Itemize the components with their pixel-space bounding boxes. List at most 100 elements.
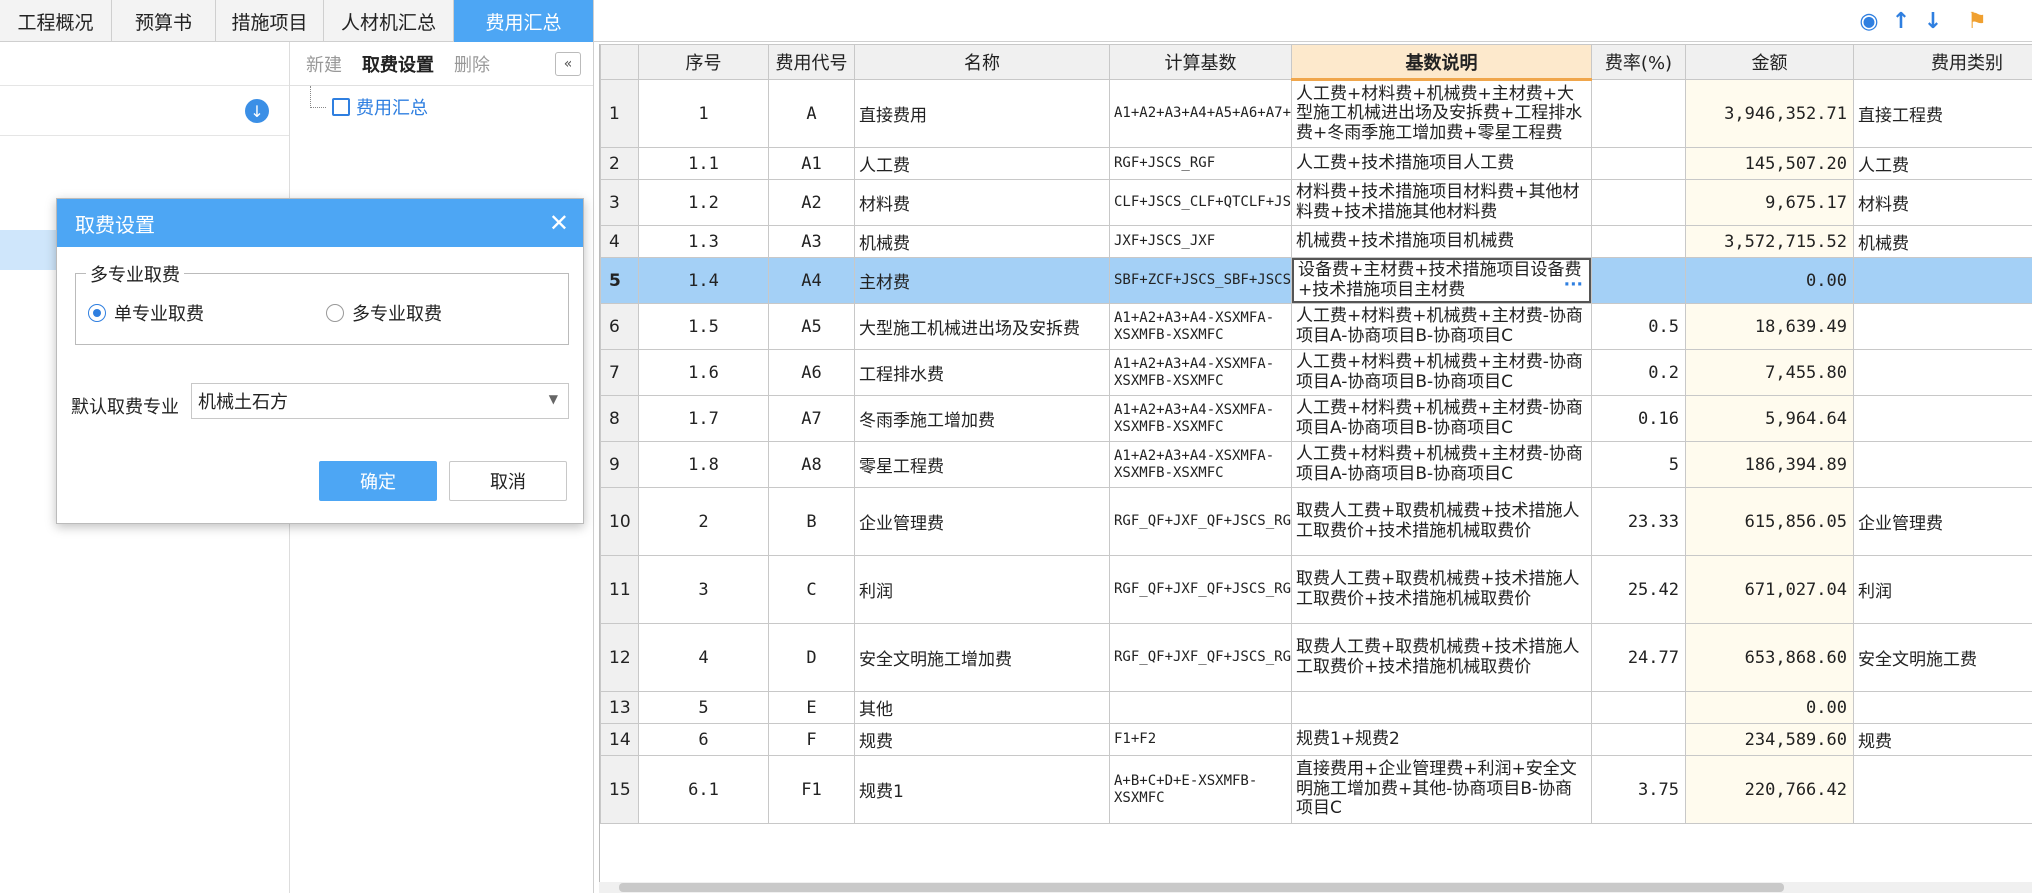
row-index[interactable]: 9 bbox=[600, 441, 639, 488]
seq-cell[interactable]: 1.6 bbox=[638, 349, 769, 396]
desc-cell[interactable]: 设备费+主材费+技术措施项目设备费+技术措施项目主材费 ··· bbox=[1291, 257, 1592, 304]
table-row[interactable]: 124D安全文明施工增加费RGF_QF+JXF_QF+JSCS_RGF_QF+J… bbox=[600, 623, 2032, 692]
rate-cell[interactable] bbox=[1591, 723, 1686, 756]
amount-cell[interactable]: 653,868.60 bbox=[1685, 623, 1854, 692]
table-row[interactable]: 15 6.1 F1 规费1 A+B+C+D+E-XSXMFB-XSXMFC 直接费用+企业… bbox=[600, 755, 2032, 824]
base-cell[interactable]: F1+F2 bbox=[1109, 723, 1292, 756]
category-cell[interactable] bbox=[1853, 303, 2032, 350]
row-index[interactable]: 11 bbox=[600, 555, 639, 624]
seq-cell[interactable]: 3 bbox=[638, 555, 769, 624]
rate-cell[interactable] bbox=[1591, 79, 1686, 148]
seq-cell[interactable]: 1.1 bbox=[638, 147, 769, 180]
amount-cell[interactable]: 0.00 bbox=[1685, 257, 1854, 304]
header-amount[interactable]: 金额 bbox=[1685, 44, 1854, 80]
table-row[interactable]: 14 6 F 规费 F1+F2 规费1+规费2 234,589.60 规费 bbox=[600, 723, 2032, 756]
code-cell[interactable]: A2 bbox=[768, 179, 855, 226]
header-base-desc[interactable]: 基数说明 bbox=[1291, 44, 1592, 81]
name-cell[interactable]: 冬雨季施工增加费 bbox=[854, 395, 1110, 442]
rate-cell[interactable]: 5 bbox=[1591, 441, 1686, 488]
seq-cell[interactable]: 1.5 bbox=[638, 303, 769, 350]
code-cell[interactable]: A1 bbox=[768, 147, 855, 180]
desc-cell[interactable]: 人工费+材料费+机械费+主材费+大型施工机械进出场及安拆费+工程排水费+冬雨季施… bbox=[1291, 79, 1592, 148]
rate-cell[interactable] bbox=[1591, 225, 1686, 258]
radio-unselected-icon[interactable] bbox=[326, 304, 344, 322]
seq-cell[interactable]: 2 bbox=[638, 487, 769, 556]
collapse-panel-icon[interactable]: « bbox=[555, 52, 581, 76]
tree-item-fee-summary[interactable]: 费用汇总 bbox=[332, 94, 428, 120]
table-row[interactable]: 102B企业管理费RGF_QF+JXF_QF+JSCS_RGF_QF+JSCS_… bbox=[600, 487, 2032, 556]
code-cell[interactable]: A6 bbox=[768, 349, 855, 396]
base-cell[interactable]: A1+A2+A3+A4-XSXMFA-XSXMFB-XSXMFC bbox=[1109, 441, 1292, 488]
code-cell[interactable]: D bbox=[768, 623, 855, 692]
name-cell[interactable]: 机械费 bbox=[854, 225, 1110, 258]
row-index[interactable]: 14 bbox=[600, 723, 639, 756]
desc-cell[interactable]: 取费人工费+取费机械费+技术措施人工取费价+技术措施机械取费价 bbox=[1291, 623, 1592, 692]
tab-project-overview[interactable]: 工程概况 bbox=[0, 0, 112, 42]
tab-labor-material-machine[interactable]: 人材机汇总 bbox=[324, 0, 454, 42]
category-cell[interactable] bbox=[1853, 257, 2032, 304]
category-cell[interactable]: 企业管理费 bbox=[1853, 487, 2032, 556]
category-cell[interactable] bbox=[1853, 441, 2032, 488]
code-cell[interactable]: A5 bbox=[768, 303, 855, 350]
desc-cell[interactable]: 人工费+材料费+机械费+主材费-协商项目A-协商项目B-协商项目C bbox=[1291, 349, 1592, 396]
base-cell[interactable]: A1+A2+A3+A4-XSXMFA-XSXMFB-XSXMFC bbox=[1109, 349, 1292, 396]
base-cell[interactable]: RGF_QF+JXF_QF+JSCS_RGF_QF+JSCS_JXF_QF bbox=[1109, 555, 1292, 624]
table-row[interactable]: 8 1.7 A7 冬雨季施工增加费 A1+A2+A3+A4-XSXMFA-XSXMFB-… bbox=[600, 395, 2032, 442]
table-row[interactable]: 51.4A4主材费SBF+ZCF+JSCS_SBF+JSCS_ZCF设备费+主材… bbox=[600, 257, 2032, 304]
code-cell[interactable]: F1 bbox=[768, 755, 855, 824]
desc-editor[interactable]: 设备费+主材费+技术措施项目设备费+技术措施项目主材费 ··· bbox=[1292, 258, 1591, 303]
amount-cell[interactable]: 234,589.60 bbox=[1685, 723, 1854, 756]
seq-cell[interactable]: 1 bbox=[638, 79, 769, 148]
amount-cell[interactable]: 9,675.17 bbox=[1685, 179, 1854, 226]
base-cell[interactable]: CLF+JSCS_CLF+QTCLF+JSCS_QTCLF bbox=[1109, 179, 1292, 226]
amount-cell[interactable]: 18,639.49 bbox=[1685, 303, 1854, 350]
rate-cell[interactable] bbox=[1591, 691, 1686, 724]
desc-cell[interactable]: 人工费+材料费+机械费+主材费-协商项目A-协商项目B-协商项目C bbox=[1291, 441, 1592, 488]
amount-cell[interactable]: 220,766.42 bbox=[1685, 755, 1854, 824]
category-cell[interactable]: 人工费 bbox=[1853, 147, 2032, 180]
name-cell[interactable]: 工程排水费 bbox=[854, 349, 1110, 396]
name-cell[interactable]: 利润 bbox=[854, 555, 1110, 624]
tab-budget[interactable]: 预算书 bbox=[112, 0, 216, 42]
rate-cell[interactable] bbox=[1591, 179, 1686, 226]
row-index[interactable]: 4 bbox=[600, 225, 639, 258]
name-cell[interactable]: 直接费用 bbox=[854, 79, 1110, 148]
name-cell[interactable]: 规费1 bbox=[854, 755, 1110, 824]
download-icon[interactable]: ↓ bbox=[245, 99, 269, 123]
amount-cell[interactable]: 145,507.20 bbox=[1685, 147, 1854, 180]
code-cell[interactable]: A3 bbox=[768, 225, 855, 258]
cancel-button[interactable]: 取消 bbox=[449, 461, 567, 501]
code-cell[interactable]: E bbox=[768, 691, 855, 724]
desc-cell[interactable]: 材料费+技术措施项目材料费+其他材料费+技术措施其他材料费 bbox=[1291, 179, 1592, 226]
row-index[interactable]: 6 bbox=[600, 303, 639, 350]
row-index[interactable]: 7 bbox=[600, 349, 639, 396]
seq-cell[interactable]: 5 bbox=[638, 691, 769, 724]
table-row[interactable]: 2 1.1 A1 人工费 RGF+JSCS_RGF 人工费+技术措施项目人工费 145,50… bbox=[600, 147, 2032, 180]
table-row[interactable]: 4 1.3 A3 机械费 JXF+JSCS_JXF 机械费+技术措施项目机械费 3,572,… bbox=[600, 225, 2032, 258]
rate-cell[interactable]: 3.75 bbox=[1591, 755, 1686, 824]
category-cell[interactable] bbox=[1853, 755, 2032, 824]
name-cell[interactable]: 主材费 bbox=[854, 257, 1110, 304]
amount-cell[interactable]: 186,394.89 bbox=[1685, 441, 1854, 488]
header-category[interactable]: 费用类别 bbox=[1853, 44, 2032, 80]
move-down-icon[interactable]: ↓ bbox=[1922, 9, 1944, 34]
table-row[interactable]: 31.2A2材料费CLF+JSCS_CLF+QTCLF+JSCS_QTCLF材料… bbox=[600, 179, 2032, 226]
seq-cell[interactable]: 1.2 bbox=[638, 179, 769, 226]
info-icon[interactable]: ◉ bbox=[1858, 9, 1880, 34]
category-cell[interactable] bbox=[1853, 691, 2032, 724]
settings-menu-icon[interactable]: ⚑ bbox=[1966, 9, 1988, 34]
rate-cell[interactable]: 0.16 bbox=[1591, 395, 1686, 442]
name-cell[interactable]: 安全文明施工增加费 bbox=[854, 623, 1110, 692]
row-index[interactable]: 2 bbox=[600, 147, 639, 180]
amount-cell[interactable]: 0.00 bbox=[1685, 691, 1854, 724]
amount-cell[interactable]: 5,964.64 bbox=[1685, 395, 1854, 442]
code-cell[interactable]: A7 bbox=[768, 395, 855, 442]
category-cell[interactable] bbox=[1853, 349, 2032, 396]
header-seq[interactable]: 序号 bbox=[638, 44, 769, 80]
amount-cell[interactable]: 3,572,715.52 bbox=[1685, 225, 1854, 258]
seq-cell[interactable]: 4 bbox=[638, 623, 769, 692]
radio-single-specialty[interactable]: 单专业取费 bbox=[88, 300, 204, 326]
base-cell[interactable]: A1+A2+A3+A4-XSXMFA-XSXMFB-XSXMFC bbox=[1109, 303, 1292, 350]
rate-cell[interactable]: 24.77 bbox=[1591, 623, 1686, 692]
code-cell[interactable]: F bbox=[768, 723, 855, 756]
